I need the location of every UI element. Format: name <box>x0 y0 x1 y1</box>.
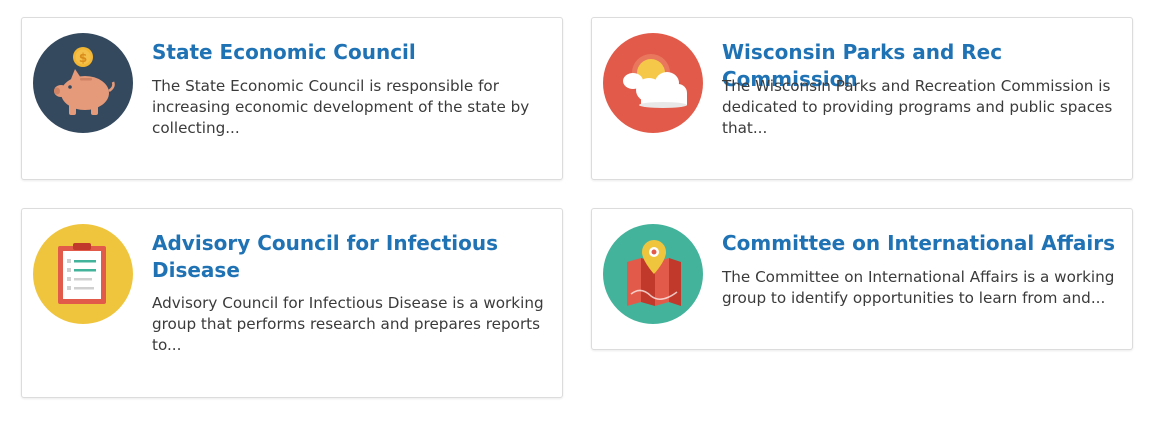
card-description: The State Economic Council is responsibl… <box>152 77 530 137</box>
card-title[interactable]: Advisory Council for Infectious Disease <box>152 230 512 284</box>
card-description: The Committee on International Affairs i… <box>722 268 1115 307</box>
card-wisconsin-parks-and-rec-commission[interactable]: Wisconsin Parks and Rec Commission The W… <box>591 17 1133 180</box>
card-description: The Wisconsin Parks and Recreation Commi… <box>722 77 1113 137</box>
sun-cloud-icon <box>603 33 703 133</box>
clipboard-icon <box>33 224 133 324</box>
piggy-bank-icon: $ <box>33 33 133 133</box>
card-state-economic-council[interactable]: $ State Economic Council The State Econo… <box>21 17 563 180</box>
card-title[interactable]: State Economic Council <box>152 39 552 66</box>
card-title[interactable]: Committee on International Affairs <box>722 230 1122 257</box>
card-advisory-council-for-infectious-disease[interactable]: Advisory Council for Infectious Disease … <box>21 208 563 398</box>
svg-text:$: $ <box>79 51 87 65</box>
card-committee-on-international-affairs[interactable]: Committee on International Affairs The C… <box>591 208 1133 350</box>
card-description: Advisory Council for Infectious Disease … <box>152 294 544 354</box>
map-pin-icon <box>603 224 703 324</box>
